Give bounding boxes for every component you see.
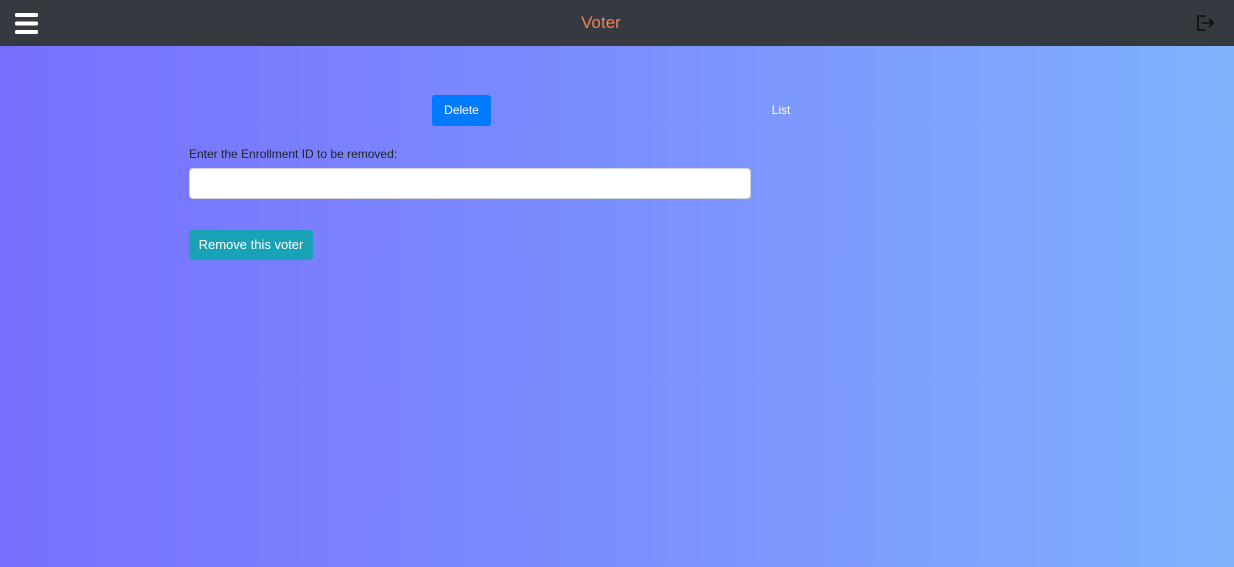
- tab-delete[interactable]: Delete: [432, 95, 491, 126]
- enrollment-id-label: Enter the Enrollment ID to be removed:: [189, 147, 398, 161]
- app-title: Voter: [581, 13, 621, 32]
- remove-voter-button[interactable]: Remove this voter: [189, 230, 313, 260]
- tab-list[interactable]: List: [760, 95, 802, 126]
- top-navbar: Voter: [0, 0, 1234, 46]
- enrollment-id-input[interactable]: [189, 168, 751, 199]
- logout-icon[interactable]: [1194, 12, 1216, 34]
